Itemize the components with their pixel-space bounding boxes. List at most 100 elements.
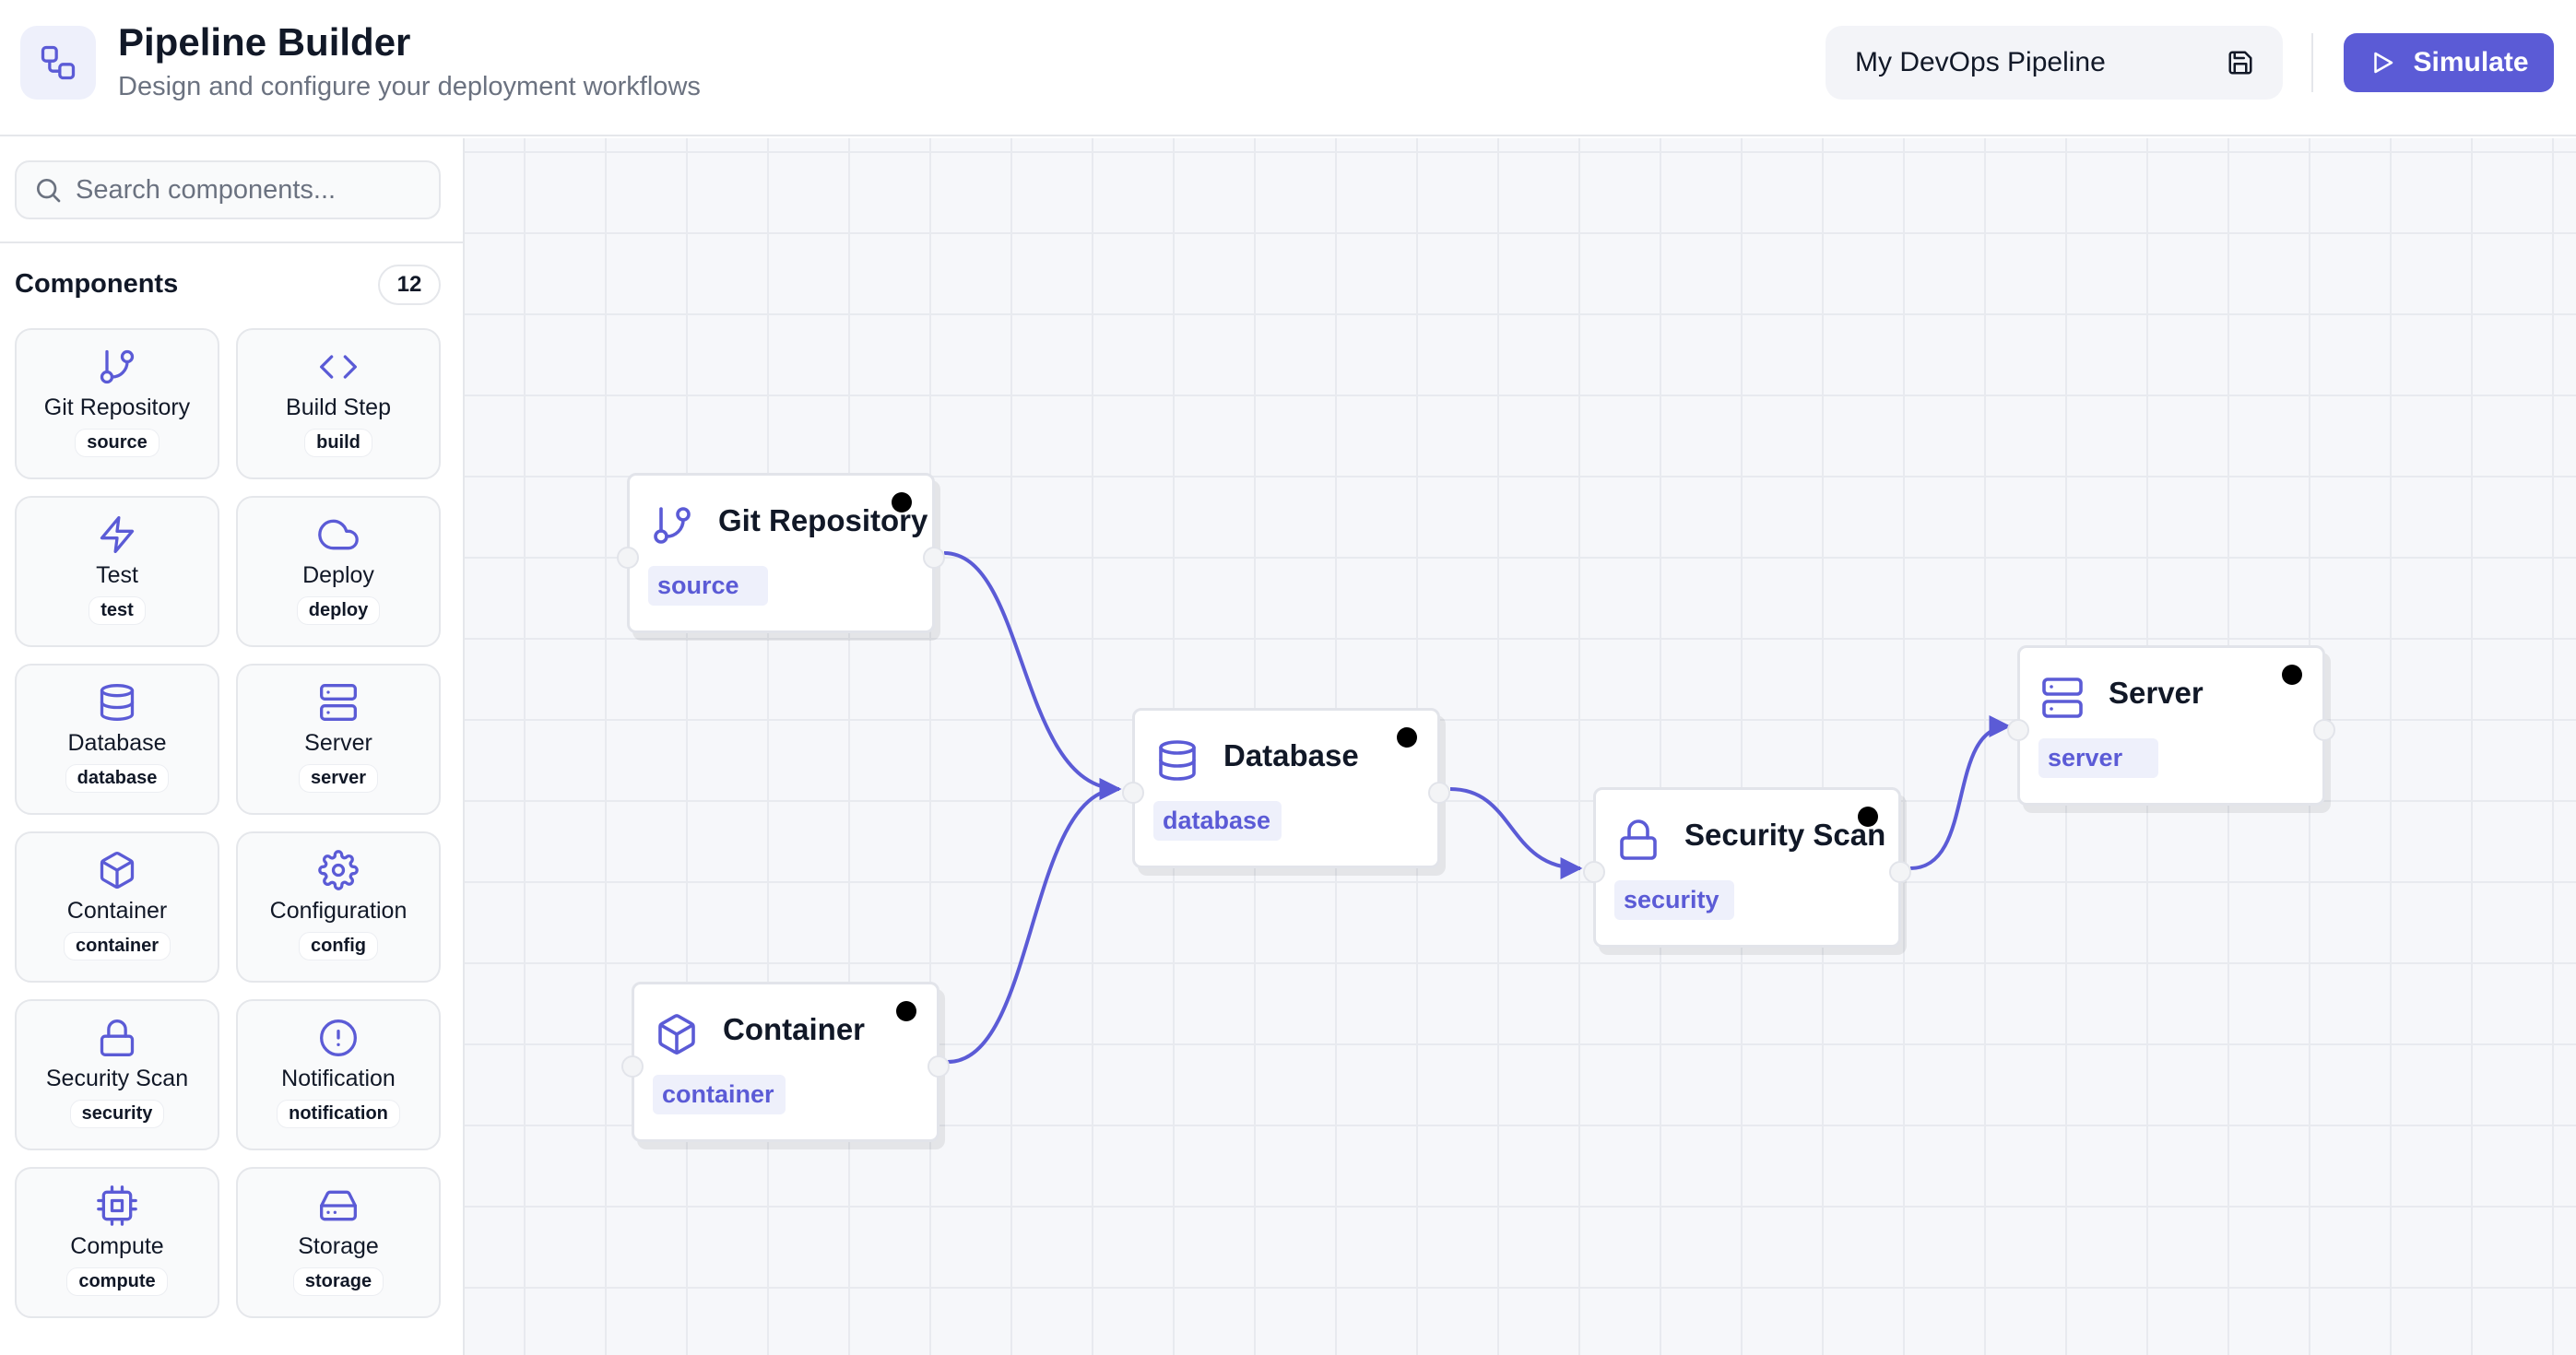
database-icon [1159,740,1196,781]
component-name: Test [96,562,138,588]
component-tag: notification [277,1100,400,1128]
component-tag: security [69,1100,165,1128]
header-divider [2311,33,2313,92]
app-header: Pipeline Builder Design and configure yo… [0,0,2576,136]
component-name: Compute [70,1233,164,1259]
component-tag: source [75,429,160,457]
status-indicator [1858,807,1878,827]
component-card-container[interactable]: Container container [15,831,219,983]
component-card-git-repository[interactable]: Git Repository source [15,328,219,479]
edge-database-to-security[interactable] [1449,787,1583,879]
component-tag: deploy [296,596,381,625]
input-port[interactable] [1122,782,1144,804]
component-name: Server [304,730,372,756]
hard-drive-icon [320,1190,357,1221]
search-box [15,160,441,219]
node-tag: security [1614,880,1734,920]
status-indicator [1397,727,1417,748]
node-server[interactable]: Server server [2007,645,2335,806]
component-tag: build [304,429,372,457]
component-name: Container [66,898,168,924]
component-card-notification[interactable]: Notification notification [236,999,441,1150]
alert-circle-icon [320,1019,357,1056]
server-icon [2042,678,2083,718]
edge-security-to-server[interactable] [1909,715,2012,870]
component-card-security-scan[interactable]: Security Scan security [15,999,219,1150]
component-card-build-step[interactable]: Build Step build [236,328,441,479]
components-grid: Git Repository source Build Step build T… [15,328,441,1318]
cloud-icon [318,519,359,550]
status-indicator [896,1001,916,1021]
page-title: Pipeline Builder [118,20,411,64]
output-port[interactable] [2313,719,2335,741]
input-port[interactable] [2007,719,2029,741]
component-tag: container [63,932,171,960]
component-card-deploy[interactable]: Deploy deploy [236,496,441,647]
save-button[interactable] [2224,46,2257,79]
component-tag: database [65,764,170,793]
page-subtitle: Design and configure your deployment wor… [118,72,701,101]
server-icon [320,684,357,721]
component-tag: compute [66,1267,168,1296]
component-card-test[interactable]: Test test [15,496,219,647]
output-port[interactable] [1889,861,1911,883]
edge-git-to-database[interactable] [943,551,1122,800]
component-card-server[interactable]: Server server [236,664,441,815]
database-icon [100,684,135,721]
zap-icon [100,516,135,553]
input-port[interactable] [617,547,639,569]
node-security-scan[interactable]: Security Scan security [1583,787,1911,948]
node-tag: database [1153,801,1282,841]
component-card-configuration[interactable]: Configuration config [236,831,441,983]
component-name: Security Scan [45,1066,189,1091]
box-icon [658,1014,695,1055]
components-heading: Components [15,269,179,299]
node-git-repository[interactable]: Git Repository source [617,473,945,633]
save-icon [2228,51,2252,75]
component-tag: config [299,932,378,960]
input-port[interactable] [621,1055,644,1078]
input-port[interactable] [1583,861,1605,883]
pipeline-canvas[interactable]: Git Repository source Container containe… [465,138,2576,1355]
component-name: Deploy [302,562,374,588]
output-port[interactable] [923,547,945,569]
component-tag: storage [292,1267,384,1296]
component-card-database[interactable]: Database database [15,664,219,815]
lock-icon [1620,819,1657,860]
node-container[interactable]: Container container [621,982,950,1142]
component-name: Notification [281,1066,396,1091]
component-name: Storage [298,1233,379,1259]
pipeline-name-input[interactable] [1855,26,2205,100]
node-tag: source [648,566,768,606]
component-card-storage[interactable]: Storage storage [236,1167,441,1318]
git-branch-icon [100,349,135,384]
play-icon [2374,52,2393,74]
search-input[interactable] [76,162,426,218]
node-tag: container [653,1075,786,1114]
sidebar-divider [0,242,463,243]
component-name: Database [67,730,167,756]
status-indicator [2282,665,2302,685]
node-title: Database [1223,738,1359,772]
component-card-compute[interactable]: Compute compute [15,1167,219,1318]
pipeline-name-field [1826,26,2283,100]
gear-icon [318,850,359,890]
output-port[interactable] [1428,782,1450,804]
component-tag: test [89,596,146,625]
component-tag: server [298,764,379,793]
code-icon [320,355,357,379]
node-title: Server [2109,676,2204,710]
node-tag: server [2038,738,2158,778]
node-database[interactable]: Database database [1122,708,1450,868]
simulate-button[interactable]: Simulate [2344,33,2554,92]
cpu-icon [97,1185,137,1226]
components-count-badge: 12 [378,265,441,305]
lock-icon [100,1019,135,1056]
component-sidebar: Components 12 Git Repository source Buil… [0,138,465,1355]
status-indicator [892,492,912,513]
edge-container-to-database[interactable] [947,778,1122,1064]
search-icon [37,179,61,203]
workflow-icon [20,26,96,100]
simulate-label: Simulate [2413,47,2529,77]
output-port[interactable] [928,1055,950,1078]
